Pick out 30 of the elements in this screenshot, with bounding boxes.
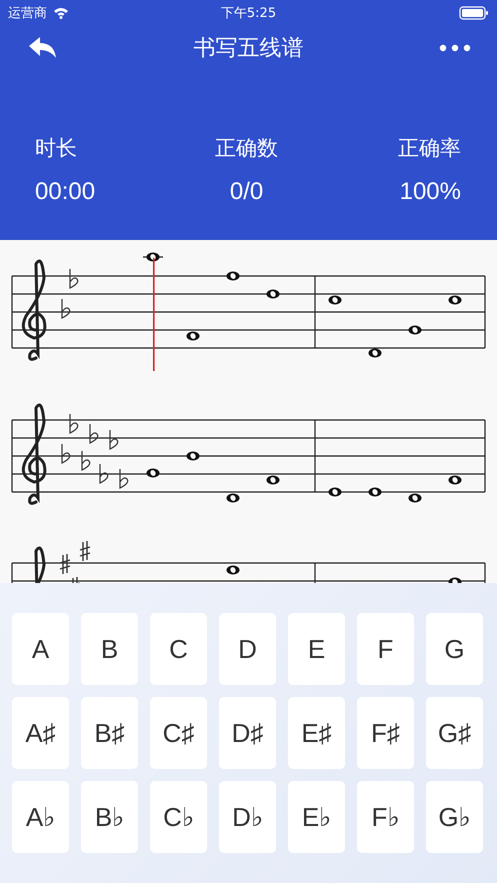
carrier-name: 运营商: [8, 5, 47, 22]
note-key[interactable]: A♯: [12, 697, 69, 769]
note-key[interactable]: F♯: [357, 697, 414, 769]
note-key[interactable]: F♭: [357, 781, 414, 853]
note-key[interactable]: G♯: [426, 697, 483, 769]
note-key[interactable]: B♯: [81, 697, 138, 769]
stat-label: 正确数: [215, 135, 278, 162]
note-key[interactable]: G♭: [426, 781, 483, 853]
note-key[interactable]: E♯: [288, 697, 345, 769]
note-key[interactable]: A♭: [12, 781, 69, 853]
note-key[interactable]: D: [219, 613, 276, 685]
status-time: 下午5:25: [220, 5, 276, 22]
note-key[interactable]: B: [81, 613, 138, 685]
note-key[interactable]: C♯: [150, 697, 207, 769]
note-key[interactable]: E: [288, 613, 345, 685]
note-key[interactable]: D♯: [219, 697, 276, 769]
stat-value: 00:00: [35, 178, 96, 206]
note-key[interactable]: F: [357, 613, 414, 685]
note-key[interactable]: C♭: [150, 781, 207, 853]
page-title: 书写五线谱: [194, 35, 304, 63]
note-key[interactable]: E♭: [288, 781, 345, 853]
note-key[interactable]: A: [12, 613, 69, 685]
note-key[interactable]: C: [150, 613, 207, 685]
stat-label: 正确率: [398, 135, 461, 162]
note-key[interactable]: B♭: [81, 781, 138, 853]
stat-value: 0/0: [230, 178, 264, 206]
stat-value: 100%: [400, 178, 461, 206]
note-key[interactable]: D♭: [219, 781, 276, 853]
note-key[interactable]: G: [426, 613, 483, 685]
stat-label: 时长: [35, 135, 78, 162]
